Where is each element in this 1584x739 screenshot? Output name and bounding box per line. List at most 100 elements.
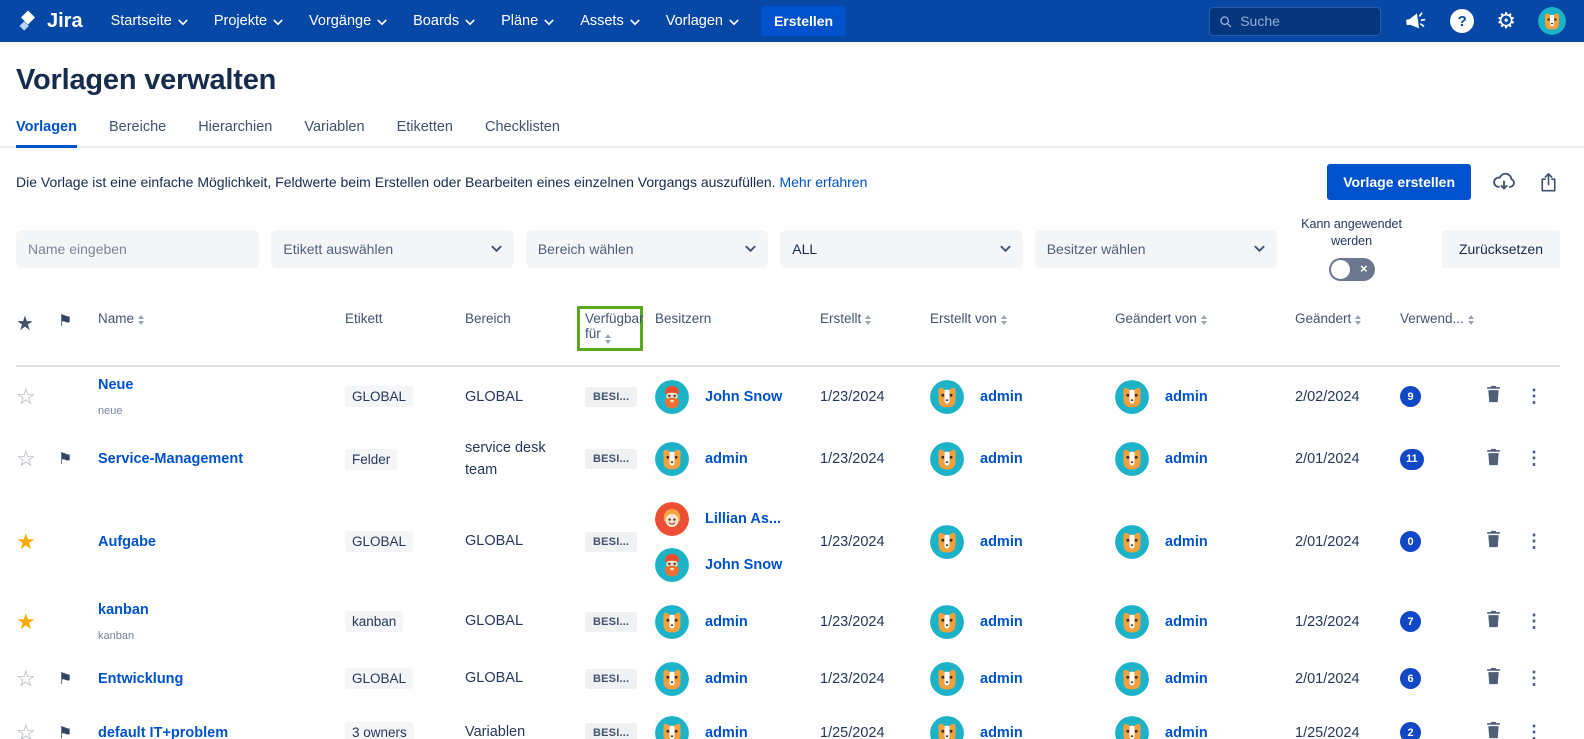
- created-by-link[interactable]: admin: [980, 725, 1023, 739]
- more-menu-icon[interactable]: ⋮: [1525, 448, 1543, 468]
- header-created[interactable]: Erstellt: [820, 311, 930, 326]
- search-box[interactable]: [1209, 7, 1381, 36]
- gear-icon[interactable]: ⚙: [1496, 10, 1516, 32]
- dog-avatar: [655, 662, 689, 696]
- template-name-link[interactable]: Neue: [98, 377, 345, 393]
- sort-icon[interactable]: [865, 315, 871, 325]
- trash-icon[interactable]: [1485, 530, 1502, 548]
- owner-link[interactable]: admin: [705, 451, 748, 467]
- all-filter-select[interactable]: ALL: [780, 230, 1022, 268]
- dog-avatar: [1115, 605, 1149, 639]
- trash-icon[interactable]: [1485, 667, 1502, 685]
- sort-icon[interactable]: [1201, 315, 1207, 325]
- jira-logo[interactable]: Jira: [16, 9, 83, 33]
- star-icon[interactable]: ☆: [16, 668, 36, 690]
- owner-link[interactable]: admin: [705, 725, 748, 739]
- modified-by-cell: admin: [1115, 605, 1295, 639]
- modified-by-link[interactable]: admin: [1165, 614, 1208, 630]
- trash-icon[interactable]: [1485, 448, 1502, 466]
- name-filter-input[interactable]: [16, 230, 259, 268]
- import-cloud-icon[interactable]: [1491, 169, 1517, 195]
- created-by-link[interactable]: admin: [980, 451, 1023, 467]
- nav-item-startseite[interactable]: Startseite: [111, 13, 188, 29]
- nav-item-pl-ne[interactable]: Pläne: [501, 13, 554, 29]
- modified-by-link[interactable]: admin: [1165, 389, 1208, 405]
- dog-avatar: [655, 716, 689, 739]
- trash-icon[interactable]: [1485, 385, 1502, 403]
- created-by-link[interactable]: admin: [980, 389, 1023, 405]
- more-menu-icon[interactable]: ⋮: [1525, 611, 1543, 631]
- announcement-icon[interactable]: [1403, 9, 1428, 34]
- owner-link[interactable]: admin: [705, 614, 748, 630]
- export-icon[interactable]: [1537, 171, 1560, 194]
- nav-item-vorlagen[interactable]: Vorlagen: [666, 13, 739, 29]
- template-name-link[interactable]: kanban: [98, 602, 345, 618]
- created-by-link[interactable]: admin: [980, 671, 1023, 687]
- owner-link[interactable]: John Snow: [705, 389, 782, 405]
- sort-icon[interactable]: [1001, 315, 1007, 325]
- owner-link[interactable]: Lillian As...: [705, 511, 781, 527]
- applicable-toggle[interactable]: ×: [1329, 258, 1375, 281]
- more-menu-icon[interactable]: ⋮: [1525, 386, 1543, 406]
- create-template-button[interactable]: Vorlage erstellen: [1327, 164, 1471, 200]
- header-created-by[interactable]: Erstellt von: [930, 311, 1115, 326]
- flag-icon: ⚑: [58, 669, 72, 689]
- star-icon[interactable]: ★: [16, 611, 36, 633]
- modified-by-link[interactable]: admin: [1165, 451, 1208, 467]
- owner-link[interactable]: John Snow: [705, 557, 782, 573]
- star-column-icon[interactable]: ★: [16, 311, 34, 336]
- reset-button[interactable]: Zurücksetzen: [1442, 230, 1560, 268]
- search-input[interactable]: [1240, 13, 1371, 29]
- star-icon[interactable]: ☆: [16, 722, 36, 739]
- modified-by-link[interactable]: admin: [1165, 534, 1208, 550]
- applicable-toggle-block: Kann angewendet werden ×: [1289, 216, 1414, 281]
- more-menu-icon[interactable]: ⋮: [1525, 531, 1543, 551]
- tab-hierarchien[interactable]: Hierarchien: [198, 119, 272, 148]
- help-icon[interactable]: ?: [1450, 9, 1474, 33]
- create-button[interactable]: Erstellen: [761, 6, 846, 36]
- owner-filter-select[interactable]: Besitzer wählen: [1035, 230, 1277, 268]
- header-name[interactable]: Name: [98, 311, 345, 326]
- usage-badge: 0: [1400, 531, 1421, 552]
- template-name-link[interactable]: Entwicklung: [98, 671, 345, 687]
- template-name-link[interactable]: Service-Management: [98, 451, 345, 467]
- modified-by-link[interactable]: admin: [1165, 725, 1208, 739]
- tab-etiketten[interactable]: Etiketten: [397, 119, 453, 148]
- more-menu-icon[interactable]: ⋮: [1525, 722, 1543, 739]
- nav-item-vorg-nge[interactable]: Vorgänge: [309, 13, 387, 29]
- nav-item-projekte[interactable]: Projekte: [214, 13, 283, 29]
- flag-icon: ⚑: [58, 723, 72, 739]
- user-avatar[interactable]: [1538, 7, 1566, 35]
- more-menu-icon[interactable]: ⋮: [1525, 668, 1543, 688]
- created-by-link[interactable]: admin: [980, 534, 1023, 550]
- scope-filter-select[interactable]: Bereich wählen: [526, 230, 768, 268]
- sort-icon[interactable]: [1355, 315, 1361, 325]
- learn-more-link[interactable]: Mehr erfahren: [779, 174, 867, 190]
- sort-icon[interactable]: [605, 334, 611, 344]
- star-icon[interactable]: ★: [16, 531, 36, 553]
- trash-icon[interactable]: [1485, 721, 1502, 739]
- sort-icon[interactable]: [1468, 315, 1474, 325]
- header-usages[interactable]: Verwend...: [1400, 311, 1485, 326]
- template-name-link[interactable]: default IT+problem: [98, 725, 345, 739]
- tab-bereiche[interactable]: Bereiche: [109, 119, 166, 148]
- label-filter-select[interactable]: Etikett auswählen: [271, 230, 513, 268]
- star-icon[interactable]: ☆: [16, 386, 36, 408]
- template-name-link[interactable]: Aufgabe: [98, 534, 345, 550]
- toggle-knob: [1331, 260, 1350, 279]
- star-icon[interactable]: ☆: [16, 448, 36, 470]
- tab-vorlagen[interactable]: Vorlagen: [16, 119, 77, 148]
- nav-item-assets[interactable]: Assets: [580, 13, 640, 29]
- created-by-link[interactable]: admin: [980, 614, 1023, 630]
- sort-icon[interactable]: [138, 315, 144, 325]
- owner-link[interactable]: admin: [705, 671, 748, 687]
- tab-checklisten[interactable]: Checklisten: [485, 119, 560, 148]
- modified-by-link[interactable]: admin: [1165, 671, 1208, 687]
- tab-variablen[interactable]: Variablen: [304, 119, 364, 148]
- header-modified-by[interactable]: Geändert von: [1115, 311, 1295, 326]
- header-available-for[interactable]: Verfügbar für: [585, 311, 655, 351]
- filters-bar: Etikett auswählen Bereich wählen ALL Bes…: [0, 210, 1584, 281]
- trash-icon[interactable]: [1485, 610, 1502, 628]
- nav-item-boards[interactable]: Boards: [413, 13, 475, 29]
- header-modified[interactable]: Geändert: [1295, 311, 1400, 326]
